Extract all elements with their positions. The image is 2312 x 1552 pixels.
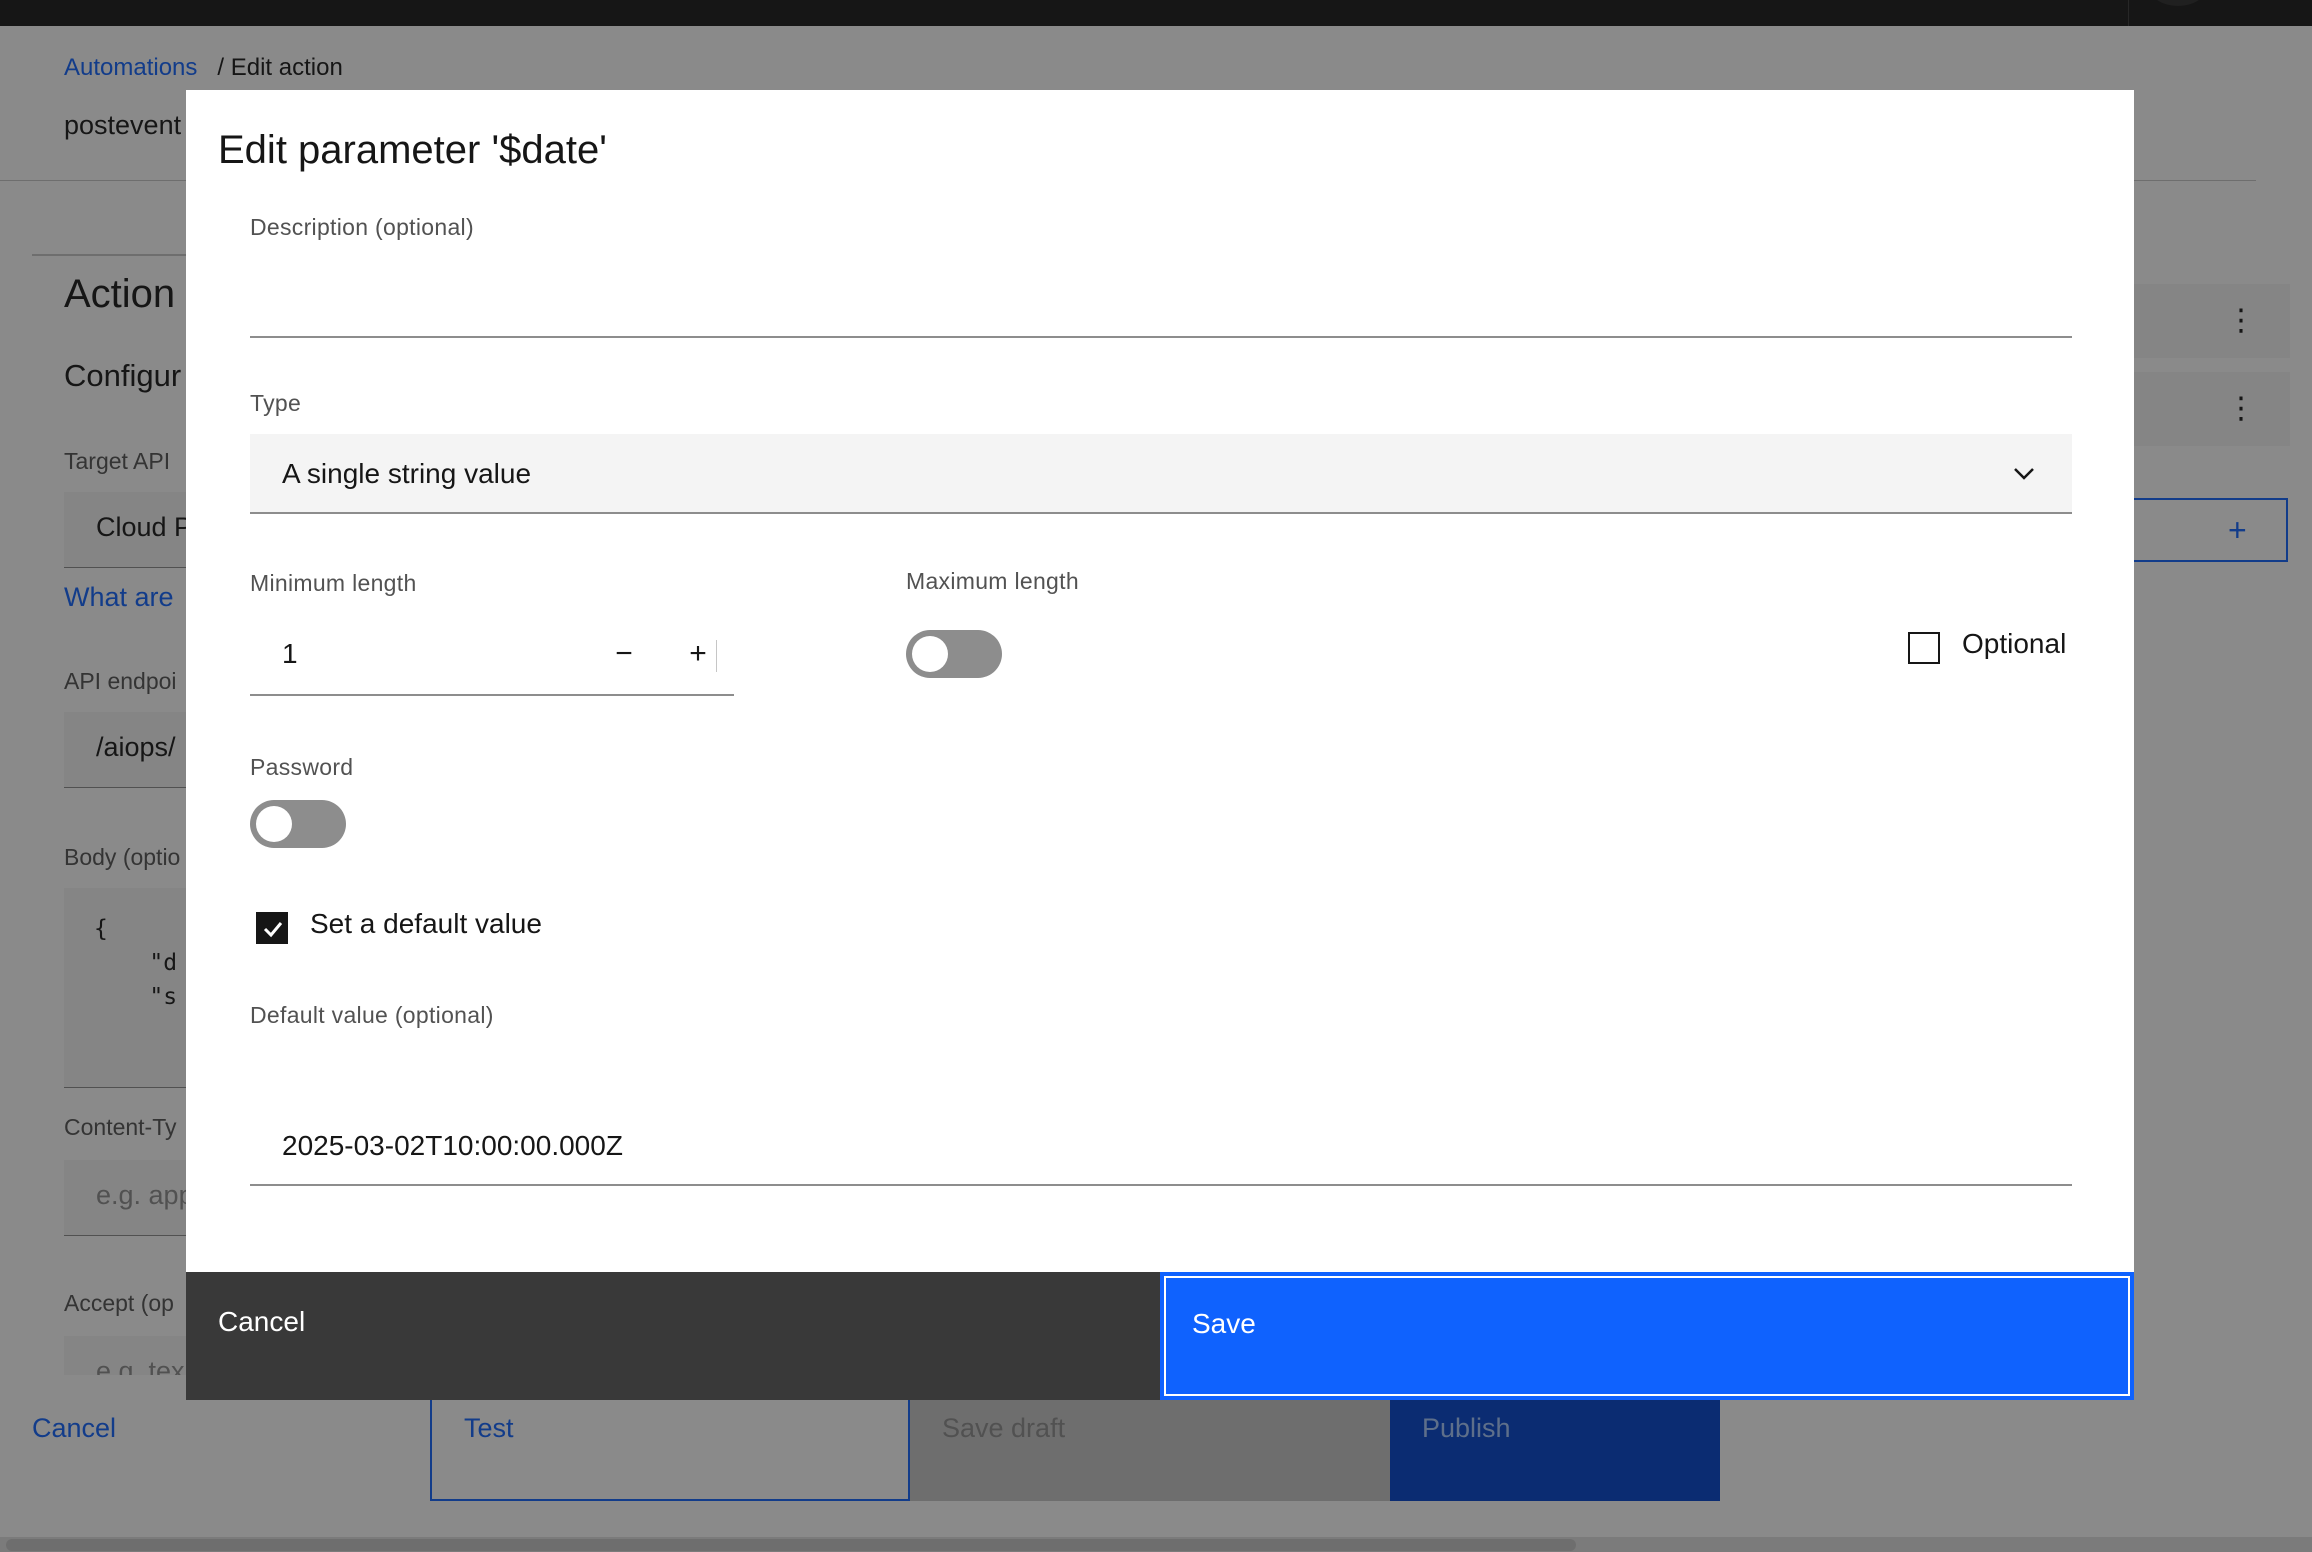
min-length-label: Minimum length (250, 570, 417, 596)
type-label: Type (250, 390, 302, 416)
type-select-value: A single string value (282, 458, 532, 489)
set-default-label: Set a default value (310, 908, 542, 939)
modal-title: Edit parameter '$date' (218, 128, 607, 172)
description-input[interactable] (250, 260, 2072, 338)
default-value-label: Default value (optional) (250, 1002, 494, 1028)
max-length-label: Maximum length (906, 568, 1079, 594)
password-label: Password (250, 754, 354, 780)
default-value-text: 2025-03-02T10:00:00.000Z (282, 1130, 623, 1161)
toggle-knob (912, 636, 948, 672)
optional-label: Optional (1962, 628, 2067, 659)
password-toggle[interactable] (250, 800, 346, 848)
increment-button[interactable]: + (678, 634, 718, 674)
default-value-input[interactable]: 2025-03-02T10:00:00.000Z (250, 1108, 2072, 1186)
set-default-checkbox[interactable] (256, 912, 288, 944)
chevron-down-icon (2014, 468, 2034, 480)
min-length-number-input[interactable]: 1 − + (250, 620, 734, 696)
modal-save-button[interactable]: Save (1160, 1272, 2134, 1400)
optional-checkbox[interactable] (1908, 632, 1940, 664)
checkmark-icon (263, 922, 283, 938)
modal-cancel-button[interactable]: Cancel (186, 1272, 1160, 1400)
edit-parameter-modal: Edit parameter '$date' Description (opti… (186, 90, 2134, 1400)
decrement-button[interactable]: − (604, 634, 644, 674)
description-label: Description (optional) (250, 214, 474, 240)
max-length-toggle[interactable] (906, 630, 1002, 678)
toggle-knob (256, 806, 292, 842)
type-select[interactable]: A single string value (250, 434, 2072, 514)
min-length-value[interactable]: 1 (282, 638, 298, 670)
